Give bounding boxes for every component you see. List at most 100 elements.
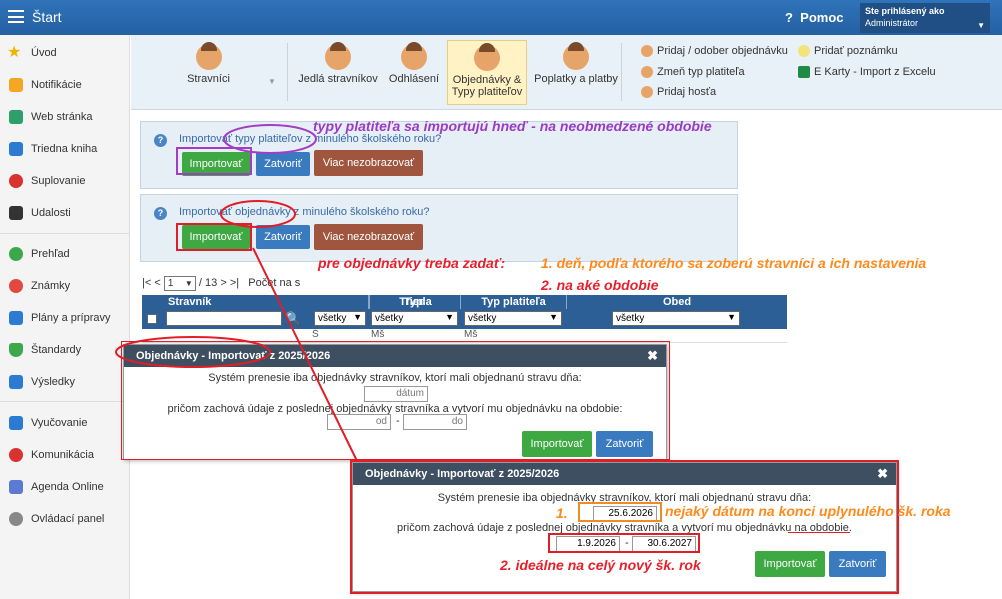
- sidebar-item-label: Suplovanie: [31, 175, 86, 187]
- prev-page-button[interactable]: <: [154, 277, 160, 289]
- highlight-ellipse: [220, 200, 296, 228]
- sidebar-item-web-stranka[interactable]: Web stránka: [0, 102, 130, 132]
- add-order-link[interactable]: Pridaj / odober objednávku: [641, 45, 788, 57]
- sidebar-divider: [0, 401, 130, 402]
- sidebar-item-prehlad[interactable]: Prehľad: [0, 239, 130, 269]
- annotation-date-hint: nejaký dátum na konci uplynulého šk. rok…: [665, 503, 951, 519]
- sidebar-item-label: Triedna kniha: [31, 143, 98, 155]
- person-settings-icon: [474, 43, 500, 71]
- first-page-button[interactable]: |<: [142, 277, 151, 289]
- sidebar-item-label: Notifikácie: [31, 79, 82, 91]
- ribbon-objednavky-button[interactable]: Objednávky & Typy platiteľov: [447, 40, 527, 105]
- book-icon: [9, 142, 23, 156]
- annotation-step-2: 2. na aké obdobie: [541, 277, 659, 293]
- menu-icon[interactable]: [8, 10, 24, 23]
- excel-icon: [798, 66, 810, 78]
- highlight-box: [548, 533, 700, 553]
- sidebar-item-label: Udalosti: [31, 207, 71, 219]
- sidebar-item-ovladaci-panel[interactable]: Ovládací panel: [0, 504, 130, 534]
- person-add-icon: [641, 45, 653, 57]
- sidebar-item-plany[interactable]: Plány a prípravy: [0, 303, 130, 333]
- page-title: Štart: [32, 9, 62, 25]
- top-bar: Štart ? Pomoc Ste prihlásený ako Adminis…: [0, 0, 1002, 35]
- sidebar-item-komunikacia[interactable]: Komunikácia: [0, 440, 130, 470]
- next-page-button[interactable]: >: [220, 277, 226, 289]
- page-select[interactable]: 1 ▼: [163, 276, 196, 291]
- person-remove-icon: [401, 42, 427, 70]
- chevron-down-icon: ▼: [184, 279, 193, 288]
- sidebar-item-label: Ovládací panel: [31, 513, 105, 525]
- col-header-trieda[interactable]: Trieda: [369, 295, 461, 309]
- add-guest-link[interactable]: Pridaj hosťa: [641, 86, 716, 98]
- question-icon: ?: [154, 134, 167, 147]
- connector-line: [252, 247, 359, 464]
- link-label: Zmeň typ platiteľa: [657, 66, 745, 78]
- ribbon-stravnici-button[interactable]: Stravníci: [176, 40, 241, 105]
- link-label: Pridaj hosťa: [657, 86, 717, 98]
- open-book-icon: [9, 416, 23, 430]
- sidebar-item-label: Vyučovanie: [31, 417, 88, 429]
- filter-obed[interactable]: všetky ▼: [612, 311, 740, 326]
- filter-typ-platitela[interactable]: všetky ▼: [464, 311, 562, 326]
- ribbon-poplatky-button[interactable]: Poplatky a platby: [531, 40, 621, 105]
- lightbulb-icon: [798, 45, 810, 57]
- sidebar-item-label: Web stránka: [31, 111, 93, 123]
- select-all-checkbox[interactable]: [147, 314, 157, 324]
- sidebar-item-label: Známky: [31, 280, 71, 292]
- link-label: Pridaj / odober objednávku: [657, 45, 788, 57]
- grid-filter-row: 🔍 všetky ▼ všetky ▼ všetky ▼ všetky ▼: [142, 309, 787, 329]
- sidebar-item-triedna-kniha[interactable]: Triedna kniha: [0, 134, 130, 164]
- hide-button[interactable]: Viac nezobrazovať: [314, 150, 423, 176]
- import-question: Importovať objednávky z minulého školské…: [179, 206, 430, 218]
- ribbon-odhlaseni-button[interactable]: Odhlásení: [385, 40, 443, 105]
- change-payer-link[interactable]: Zmeň typ platiteľa: [641, 66, 745, 78]
- ribbon-button-label: Odhlásení: [388, 73, 440, 85]
- link-label: Pridať poznámku: [814, 45, 898, 57]
- sidebar-item-label: Štandardy: [31, 344, 82, 356]
- sidebar-item-agenda-online[interactable]: Agenda Online: [0, 472, 130, 502]
- calendar-icon: [9, 206, 23, 220]
- col-header-obed[interactable]: Obed: [566, 295, 787, 309]
- filter-value: všetky: [375, 313, 404, 324]
- sidebar-item-suplovanie[interactable]: Suplovanie: [0, 166, 130, 196]
- sidebar-item-label: Plány a prípravy: [31, 312, 111, 324]
- help-link[interactable]: ? Pomoc: [785, 10, 844, 25]
- ribbon-divider: [621, 43, 622, 101]
- grade-icon: [9, 279, 23, 293]
- table-cell: Mš: [464, 329, 478, 340]
- add-note-link[interactable]: Pridať poznámku: [798, 45, 898, 57]
- highlight-box: [578, 502, 662, 522]
- question-icon: ?: [154, 207, 167, 220]
- excel-import-link[interactable]: E Karty - Import z Excelu: [798, 66, 936, 78]
- user-icon: [9, 174, 23, 188]
- chevron-down-icon: ▼: [268, 77, 276, 86]
- check-circle-icon: [9, 247, 23, 261]
- sidebar-item-uvod[interactable]: ★ Úvod: [0, 38, 130, 68]
- grid-header: Stravník Typ Trieda Typ platiteľa Obed: [142, 295, 787, 309]
- annotation-payer-types: typy platiteľa sa importujú hneď - na ne…: [313, 118, 712, 134]
- person-edit-icon: [641, 66, 653, 78]
- filter-trieda[interactable]: všetky ▼: [371, 311, 458, 326]
- sidebar-item-standardy[interactable]: Štandardy: [0, 335, 130, 365]
- sidebar-item-vyucovanie[interactable]: Vyučovanie: [0, 408, 130, 438]
- user-menu[interactable]: Ste prihlásený ako Administrátor ▼: [860, 3, 990, 33]
- ribbon-jedla-button[interactable]: Jedlá stravníkov: [297, 40, 379, 105]
- col-header-typ-platitela[interactable]: Typ platiteľa: [460, 295, 566, 309]
- annotation-period-hint: 2. ideálne na celý nový šk. rok: [500, 557, 701, 573]
- chevron-down-icon: ▼: [549, 312, 558, 322]
- sidebar-item-label: Komunikácia: [31, 449, 94, 461]
- shield-icon: [9, 343, 23, 357]
- sidebar-item-udalosti[interactable]: Udalosti: [0, 198, 130, 228]
- help-label: Pomoc: [800, 10, 844, 25]
- person-money-icon: [563, 42, 589, 70]
- person-guest-icon: [641, 86, 653, 98]
- chevron-down-icon: ▼: [977, 21, 985, 30]
- table-cell: Mš: [371, 329, 385, 340]
- ribbon-button-label: Objednávky & Typy platiteľov: [451, 74, 523, 98]
- sidebar-item-znamky[interactable]: Známky: [0, 271, 130, 301]
- sidebar-item-vysledky[interactable]: Výsledky: [0, 367, 130, 397]
- sidebar-item-notifikacie[interactable]: Notifikácie: [0, 70, 130, 100]
- last-page-button[interactable]: >|: [230, 277, 239, 289]
- person-fork-icon: [325, 42, 351, 70]
- ribbon-button-label: Poplatky a platby: [534, 73, 618, 85]
